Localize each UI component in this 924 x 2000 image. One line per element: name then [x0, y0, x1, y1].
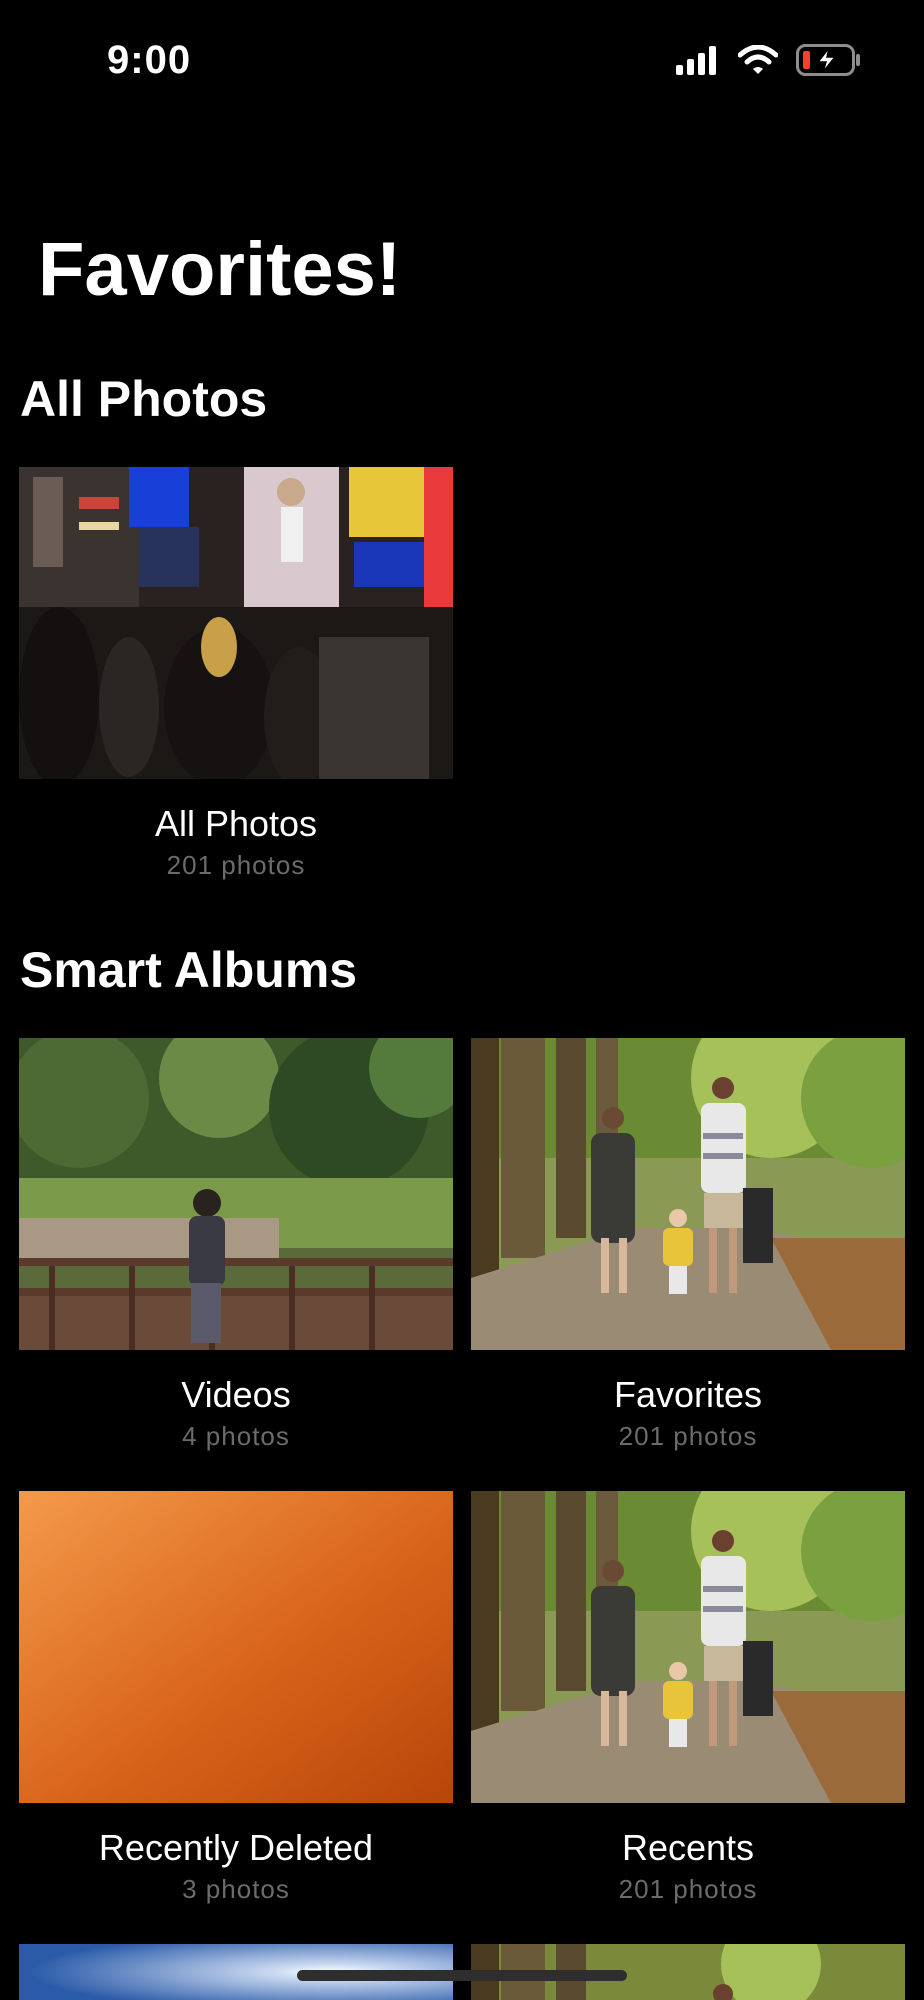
- album-thumbnail: [19, 1491, 453, 1803]
- album-thumbnail: [471, 1038, 905, 1350]
- battery-charging-icon: [796, 44, 862, 81]
- album-count: 4 photos: [182, 1421, 290, 1451]
- album-count: 201 photos: [618, 1874, 758, 1904]
- album-favorites[interactable]: Favorites 201 photos: [471, 1038, 905, 1452]
- page-title: Favorites!: [38, 227, 402, 312]
- album-name: Recently Deleted: [98, 1827, 374, 1868]
- wifi-icon: [737, 44, 779, 80]
- album-count: 3 photos: [182, 1874, 290, 1904]
- album-count: 201 photos: [618, 1421, 758, 1451]
- album-name: Recents: [621, 1827, 755, 1868]
- album-count: 201 photos: [166, 850, 306, 880]
- status-time: 9:00: [107, 38, 192, 82]
- album-name: Videos: [181, 1374, 291, 1415]
- album-thumbnail: [471, 1491, 905, 1803]
- album-thumbnail: [19, 1038, 453, 1350]
- album-videos[interactable]: Videos 4 photos: [19, 1038, 453, 1452]
- album-name: Favorites: [613, 1374, 763, 1415]
- section-title-smart-albums: Smart Albums: [20, 942, 358, 998]
- album-all-photos[interactable]: All Photos 201 photos: [19, 467, 453, 881]
- section-title-all-photos: All Photos: [20, 371, 268, 427]
- album-recents[interactable]: Recents 201 photos: [471, 1491, 905, 1905]
- status-bar: 9:00: [0, 0, 924, 120]
- album-name: All Photos: [154, 803, 318, 844]
- album-thumbnail: [19, 467, 453, 779]
- status-icons: [676, 44, 862, 81]
- album-recently-deleted[interactable]: Recently Deleted 3 photos: [19, 1491, 453, 1905]
- home-indicator[interactable]: [297, 1970, 627, 1981]
- cellular-signal-icon: [676, 45, 720, 80]
